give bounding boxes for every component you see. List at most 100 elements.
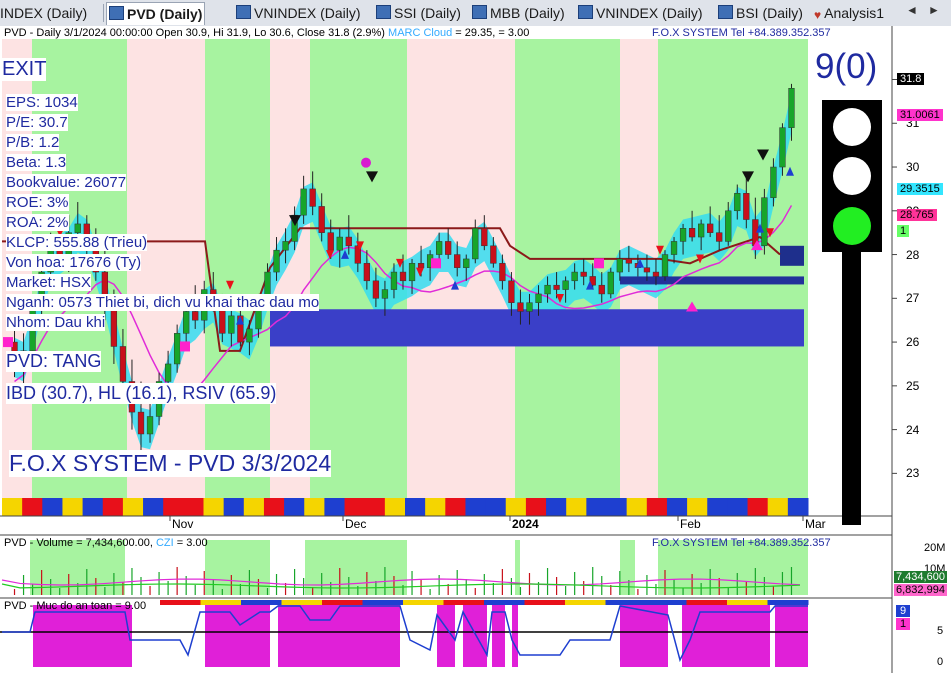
status-strip-cell [787,498,809,516]
candle [652,271,660,277]
candle [119,346,127,382]
stat-line: KLCP: 555.88 (Trieu) [6,234,148,251]
status-strip-cell [666,498,688,516]
volume-zone [515,540,520,595]
candle [725,210,732,242]
status-strip-cell [687,498,708,516]
candle [481,228,488,247]
candle [743,193,750,220]
candle [164,363,172,382]
candle [372,280,380,299]
safety-strip-cell [686,600,728,605]
volume-header: PVD - Volume = 7,434,600.00, CZI = 3.00 [4,537,208,549]
status-strip-cell [747,498,769,516]
price-tag: 29.3515 [897,183,943,195]
status-strip-cell [243,498,265,516]
candle [580,271,587,277]
status-strip-cell [42,498,63,516]
zone-band [127,39,205,516]
status-strip-cell [566,498,587,516]
status-strip-cell [546,498,567,516]
status-strip-cell [445,498,466,516]
price-axis-tick: 30 [906,160,920,175]
candle [688,228,696,238]
status-strip-cell [324,498,346,516]
price-chart[interactable] [0,0,951,673]
price-tag: 31.8 [897,73,925,85]
safety-zone [492,605,505,667]
candle [336,236,343,251]
status-strip-cell [405,498,426,516]
stat-line: EPS: 1034 [6,94,78,111]
candle [463,258,470,268]
candle [535,293,542,303]
candle [327,232,334,251]
date-axis-label: Feb [680,517,701,531]
status-strip-cell [263,498,285,516]
trend-label: PVD: TANG [6,351,102,372]
candle [707,223,714,233]
candle [734,193,741,212]
safety-strip-cell [322,600,363,605]
status-strip-cell [646,498,668,516]
stat-line: Market: HSX [6,274,92,291]
candle [499,263,506,282]
candle [454,254,461,268]
candle [716,232,723,242]
traffic-light-middle [833,157,871,195]
safety-tag: 1 [896,618,911,630]
safety-axis-0: 0 [937,656,944,668]
price-axis-tick: 26 [906,335,920,350]
status-strip-cell [727,498,749,516]
volume-zone [205,540,270,595]
status-strip-cell [102,498,124,516]
safety-zone [463,605,487,667]
safety-zone [512,605,518,667]
stat-line: Beta: 1.3 [6,154,67,171]
status-strip-cell [384,498,406,516]
candle [598,284,605,295]
stat-line: ROA: 2% [6,214,69,231]
indicators-label: IBD (30.7), HL (16.1), RSIV (65.9) [6,383,277,404]
candle [183,311,190,334]
candle [273,249,280,273]
chart-title: F.O.X SYSTEM - PVD 3/3/2024 [9,450,332,477]
volume-tag: 6,832,994 [894,584,947,596]
candle [110,306,118,347]
candle [607,271,614,295]
status-strip-cell [304,498,325,516]
zone-band [205,39,270,516]
candle [490,245,497,264]
volume-axis-20m: 20M [924,542,946,554]
candle [770,166,777,198]
candle [761,197,768,247]
status-strip-cell [485,498,507,516]
candle [508,280,515,303]
status-strip-cell [163,498,184,516]
candle [173,333,181,365]
safety-zone [682,605,770,667]
candle [779,127,786,168]
price-header-contact: F.O.X SYSTEM Tel +84.389.352.357 [652,27,831,39]
status-strip-cell [364,498,386,516]
status-strip-cell [2,498,23,516]
stat-line: ROE: 3% [6,194,69,211]
price-axis-tick: 24 [906,422,920,437]
safety-strip-cell [605,600,647,605]
support-zone [270,309,804,347]
safety-strip-cell [160,600,201,605]
volume-header-contact: F.O.X SYSTEM Tel +84.389.352.357 [652,537,831,549]
candle [643,267,651,273]
candle [390,271,398,290]
candle [670,241,678,255]
candle [381,289,389,299]
candle [192,311,199,321]
candle [345,236,352,247]
stat-line: P/E: 30.7 [6,114,68,131]
support-zone [620,276,804,285]
traffic-light-top [833,108,871,146]
price-tag: 31.0061 [897,109,943,121]
signal-square [594,258,604,269]
status-strip-cell [767,498,789,516]
stat-line: Nganh: 0573 Thiet bi, dich vu khai thac … [6,294,320,311]
